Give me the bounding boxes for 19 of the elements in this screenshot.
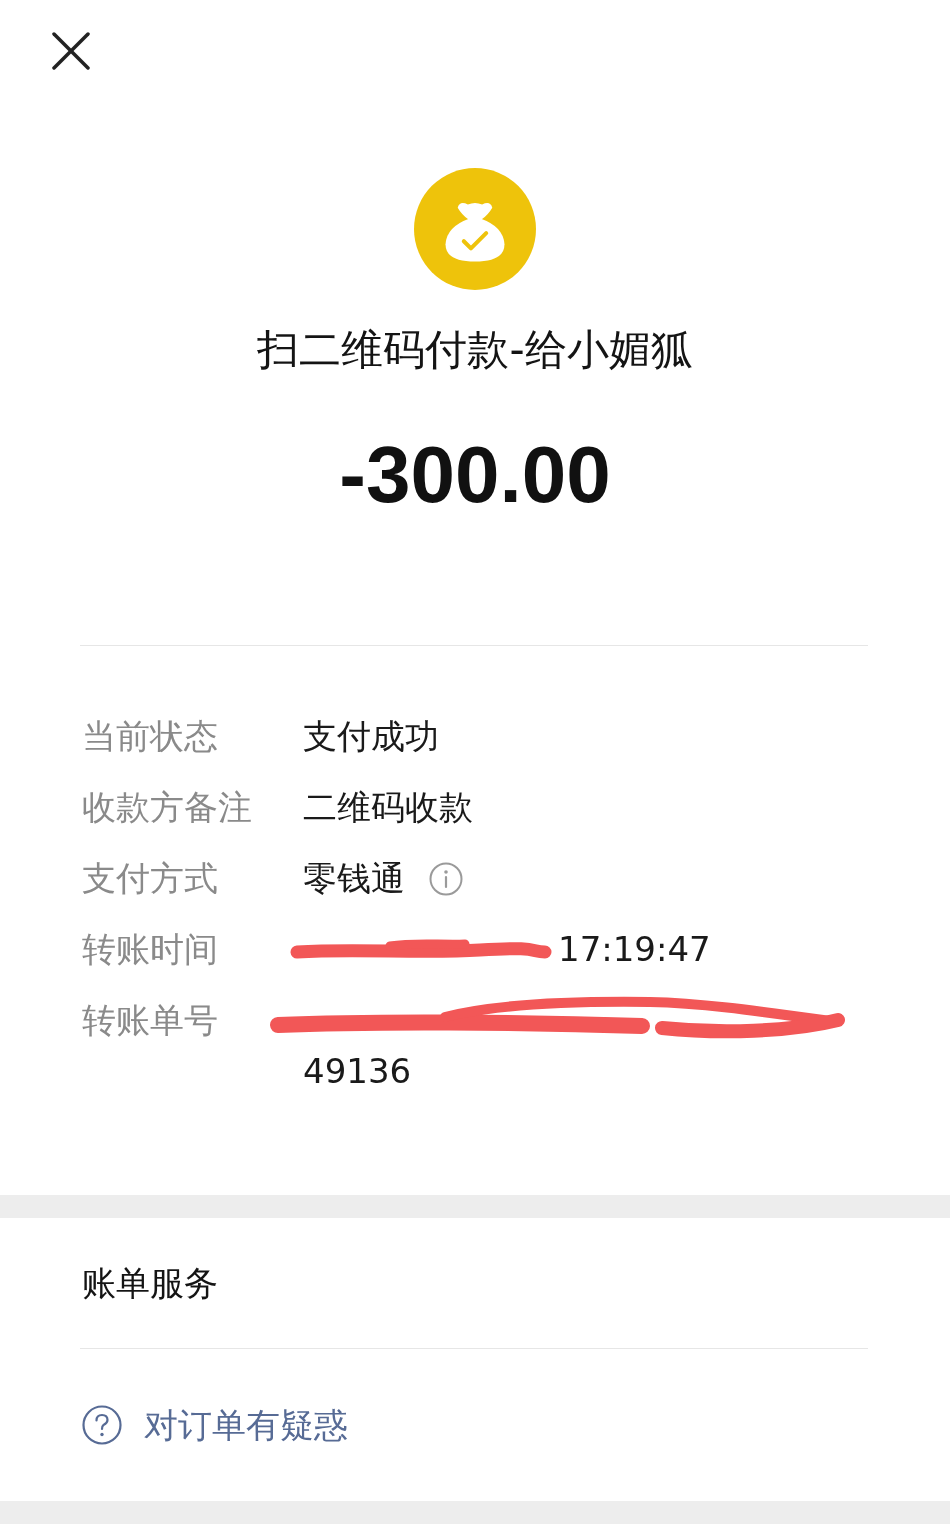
detail-label: 转账时间 [82,928,219,971]
payment-amount: -300.00 [339,430,611,520]
detail-value: 17:19:47 [558,928,711,971]
detail-label: 当前状态 [82,715,219,758]
info-icon[interactable] [429,861,463,896]
detail-value: 零钱通 [303,857,405,900]
payment-title: 扫二维码付款-给小媚狐 [257,324,693,376]
close-icon [52,32,90,70]
detail-value: 二维码收款 [303,786,473,829]
detail-value: 49136 [303,1050,412,1093]
money-bag-icon [414,168,536,290]
detail-label: 转账单号 [82,999,219,1042]
detail-label: 收款方备注 [82,786,253,829]
detail-value: 支付成功 [303,715,439,758]
detail-label: 支付方式 [82,857,219,900]
section-title: 账单服务 [82,1261,218,1305]
order-question-link[interactable]: 对订单有疑惑 [82,1399,348,1451]
close-button[interactable] [50,30,92,72]
question-icon [82,1405,122,1445]
